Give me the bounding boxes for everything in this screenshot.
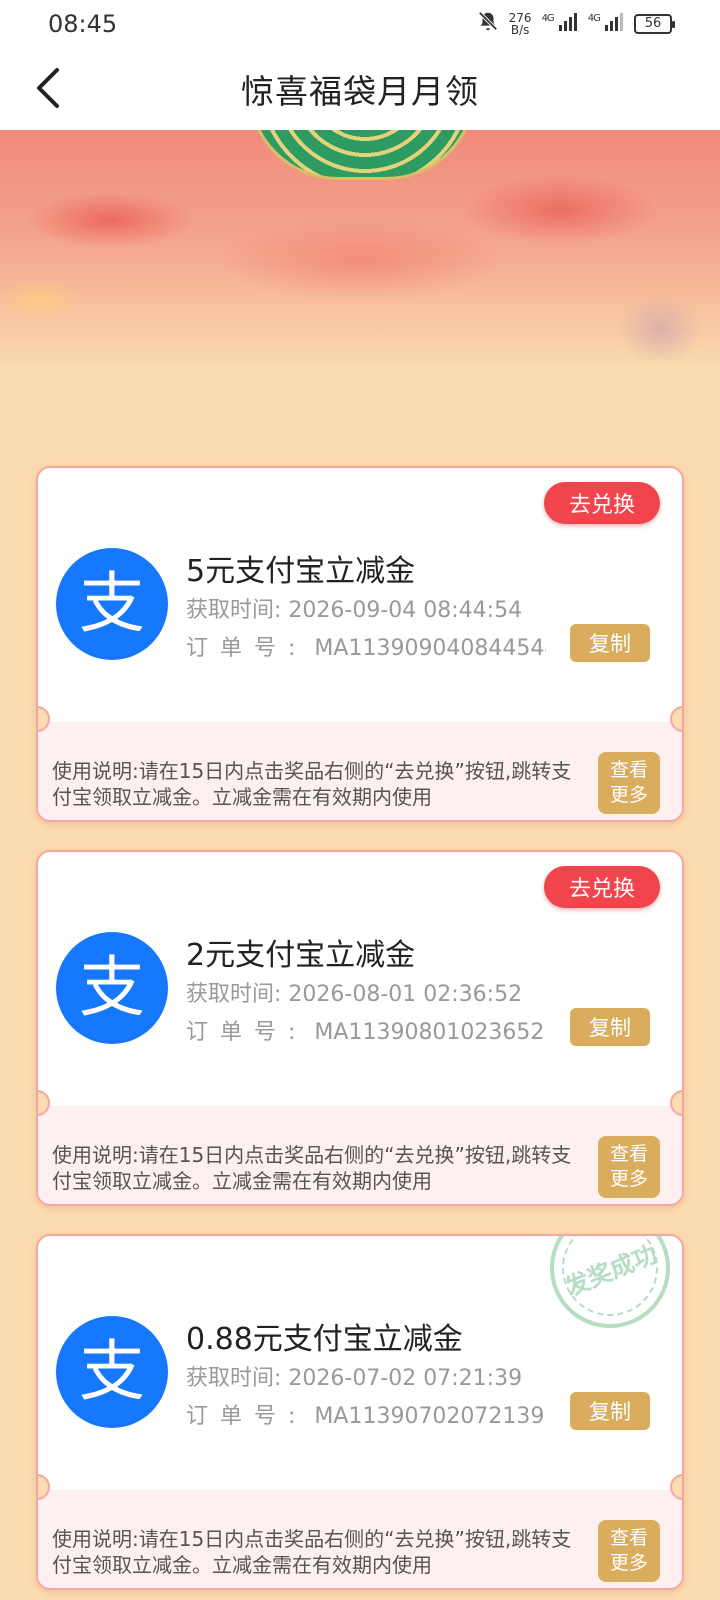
copy-button[interactable]: 复制 — [570, 1392, 650, 1430]
prize-card: 去兑换 支 2元支付宝立减金 获取时间: 2026-08-01 02:36:52… — [36, 850, 684, 1206]
obtain-time-label: 获取时间: — [186, 1366, 282, 1391]
obtain-time-value: 2026-09-04 08:44:54 — [288, 598, 523, 623]
order-number-label: 订单号: — [186, 1020, 308, 1045]
prize-card: 去兑换 支 5元支付宝立减金 获取时间: 2026-09-04 08:44:54… — [36, 466, 684, 822]
usage-description: 使用说明:请在15日内点击奖品右侧的“去兑换”按钮,跳转支付宝领取立减金。立减金… — [52, 1527, 572, 1577]
prize-title: 2元支付宝立减金 — [186, 938, 416, 973]
obtain-time: 获取时间: 2026-09-04 08:44:54 — [186, 592, 546, 624]
signal-2-label: 4G — [587, 13, 601, 24]
stamp-circle: 发奖成功 — [546, 1236, 674, 1336]
copy-button[interactable]: 复制 — [570, 624, 650, 662]
battery-icon: 56 — [634, 14, 675, 34]
award-success-stamp: 发奖成功 — [546, 1236, 674, 1336]
lucky-bag-ornament — [248, 130, 476, 180]
view-more-button[interactable]: 查看 更多 — [598, 1136, 660, 1198]
view-more-line2: 更多 — [609, 784, 648, 806]
bell-off-icon — [477, 10, 499, 38]
alipay-icon: 支 — [56, 548, 168, 660]
view-more-line2: 更多 — [609, 1552, 648, 1574]
obtain-time-label: 获取时间: — [186, 598, 282, 623]
prize-card-main: 发奖成功 支 0.88元支付宝立减金 获取时间: 2026-07-02 07:2… — [38, 1236, 682, 1490]
view-more-button[interactable]: 查看 更多 — [598, 1520, 660, 1582]
view-more-line1: 查看 — [609, 759, 648, 781]
status-time: 08:45 — [48, 10, 118, 38]
copy-button[interactable]: 复制 — [570, 1008, 650, 1046]
usage-description: 使用说明:请在15日内点击奖品右侧的“去兑换”按钮,跳转支付宝领取立减金。立减金… — [52, 1143, 572, 1193]
promo-banner — [0, 130, 720, 370]
obtain-time: 获取时间: 2026-07-02 07:21:39 — [186, 1360, 546, 1392]
alipay-icon: 支 — [56, 932, 168, 1044]
prize-title: 5元支付宝立减金 — [186, 554, 416, 589]
status-bar: 08:45 276 B/s 4G 4G 56 — [0, 0, 720, 48]
prize-card-main: 去兑换 支 5元支付宝立减金 获取时间: 2026-09-04 08:44:54… — [38, 468, 682, 722]
order-number-value: MA1139080102365270 — [314, 1020, 546, 1045]
prize-title: 0.88元支付宝立减金 — [186, 1322, 463, 1357]
view-more-line2: 更多 — [609, 1168, 648, 1190]
usage-instructions: 使用说明:请在15日内点击奖品右侧的“去兑换”按钮,跳转支付宝领取立减金。立减金… — [38, 722, 682, 820]
alipay-icon: 支 — [56, 1316, 168, 1428]
obtain-time-value: 2026-08-01 02:36:52 — [288, 982, 523, 1007]
obtain-time-value: 2026-07-02 07:21:39 — [288, 1366, 523, 1391]
alipay-logo-glyph: 支 — [79, 565, 145, 642]
order-number: 订单号: MA1139080102365270 — [186, 1014, 546, 1046]
redeem-button[interactable]: 去兑换 — [544, 866, 660, 908]
order-number: 订单号: MA1139090408445441 — [186, 630, 546, 662]
alipay-logo-glyph: 支 — [79, 1333, 145, 1410]
alipay-logo-glyph: 支 — [79, 949, 145, 1026]
order-number-label: 订单号: — [186, 636, 308, 661]
prize-card-main: 去兑换 支 2元支付宝立减金 获取时间: 2026-08-01 02:36:52… — [38, 852, 682, 1106]
back-button[interactable] — [20, 62, 76, 118]
prize-card: 发奖成功 支 0.88元支付宝立减金 获取时间: 2026-07-02 07:2… — [36, 1234, 684, 1590]
page-title: 惊喜福袋月月领 — [241, 72, 479, 111]
redeem-button[interactable]: 去兑换 — [544, 482, 660, 524]
order-number-value: MA1139090408445441 — [314, 636, 546, 661]
view-more-button[interactable]: 查看 更多 — [598, 752, 660, 814]
net-speed: 276 B/s — [509, 12, 532, 36]
order-number-label: 订单号: — [186, 1404, 308, 1429]
signal-icon-2: 4G — [588, 13, 624, 35]
net-speed-unit: B/s — [510, 23, 530, 37]
usage-instructions: 使用说明:请在15日内点击奖品右侧的“去兑换”按钮,跳转支付宝领取立减金。立减金… — [38, 1106, 682, 1204]
nav-bar: 惊喜福袋月月领 — [0, 48, 720, 130]
signal-1-label: 4G — [541, 13, 555, 24]
obtain-time-label: 获取时间: — [186, 982, 282, 1007]
chevron-left-icon — [33, 67, 63, 113]
obtain-time: 获取时间: 2026-08-01 02:36:52 — [186, 976, 546, 1008]
status-icons: 276 B/s 4G 4G 56 — [477, 10, 675, 38]
signal-icon-1: 4G — [542, 13, 578, 35]
stamp-text: 发奖成功 — [561, 1239, 661, 1302]
order-number: 订单号: MA1139070207213971 — [186, 1398, 546, 1430]
usage-description: 使用说明:请在15日内点击奖品右侧的“去兑换”按钮,跳转支付宝领取立减金。立减金… — [52, 759, 572, 809]
view-more-line1: 查看 — [609, 1143, 648, 1165]
usage-instructions: 使用说明:请在15日内点击奖品右侧的“去兑换”按钮,跳转支付宝领取立减金。立减金… — [38, 1490, 682, 1588]
order-number-value: MA1139070207213971 — [314, 1404, 546, 1429]
view-more-line1: 查看 — [609, 1527, 648, 1549]
